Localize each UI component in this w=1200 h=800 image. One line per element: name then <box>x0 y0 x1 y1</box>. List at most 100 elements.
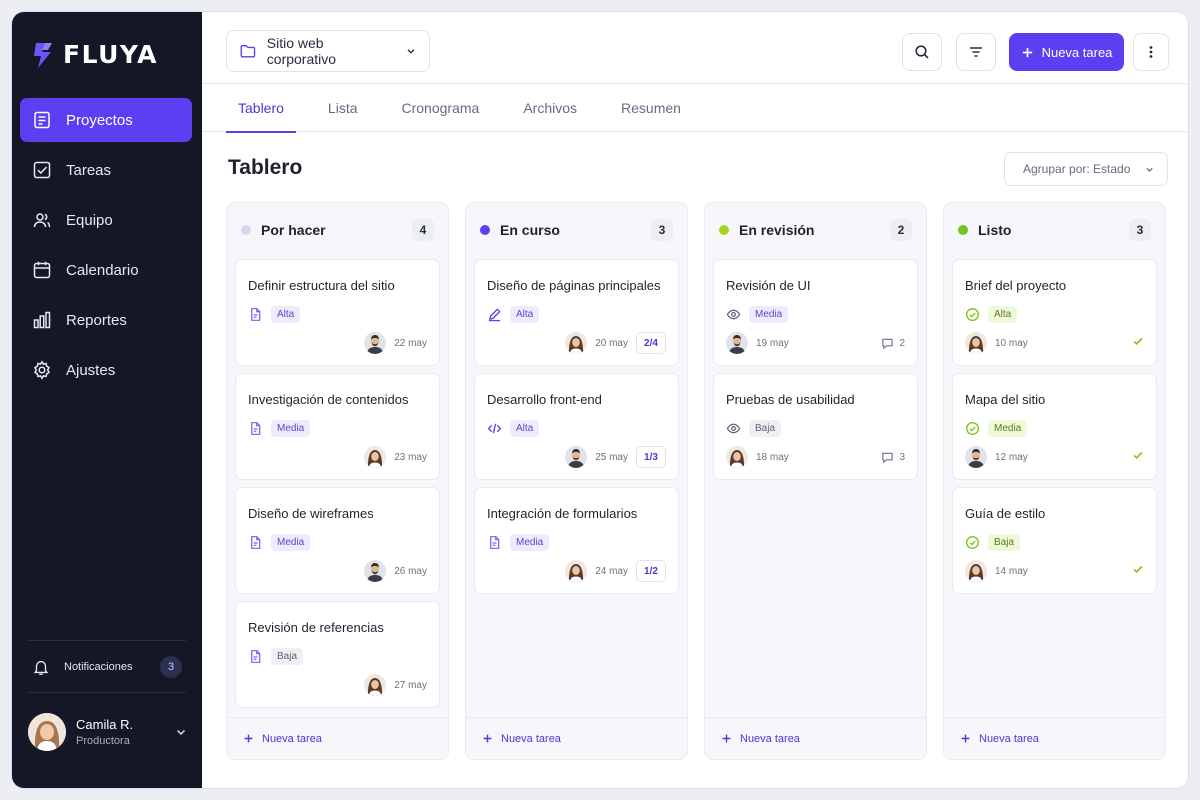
task-card[interactable]: Revisión de referencias Baja 27 may <box>235 601 440 708</box>
task-card[interactable]: Desarrollo front-end Alta 25 may 1/3 <box>474 373 679 480</box>
logo[interactable]: FLUYA <box>32 40 158 69</box>
add-task-button[interactable]: Nueva tarea <box>944 717 1165 759</box>
add-task-button[interactable]: Nueva tarea <box>705 717 926 759</box>
due-date: 12 may <box>995 451 1028 463</box>
task-tag-row: Media <box>248 533 427 551</box>
task-footer: 12 may <box>965 445 1144 469</box>
project-name: Sitio web corporativo <box>266 35 337 67</box>
task-tag-row: Baja <box>248 647 427 665</box>
task-card[interactable]: Investigación de contenidos Media 23 may <box>235 373 440 480</box>
logo-icon <box>34 42 52 68</box>
task-card[interactable]: Definir estructura del sitio Alta 22 may <box>235 259 440 366</box>
sidebar-item-calendario[interactable]: Calendario <box>20 248 192 292</box>
project-select[interactable]: Sitio web corporativo <box>226 30 430 72</box>
search-button[interactable] <box>902 33 942 71</box>
board-column-en-curso: En curso 3 Diseño de páginas principales Al… <box>465 202 688 760</box>
column-title: Listo <box>978 222 1012 238</box>
task-footer: 20 may 2/4 <box>487 331 666 355</box>
bell-icon <box>33 660 49 675</box>
task-card[interactable]: Pruebas de usabilidad Baja 18 may 3 <box>713 373 918 480</box>
eye-icon <box>726 421 741 436</box>
avatar <box>965 560 987 582</box>
task-tag-row: Media <box>487 533 666 551</box>
subtask-progress: 1/3 <box>636 446 666 468</box>
document-icon <box>248 307 263 322</box>
task-title: Guía de estilo <box>965 506 1046 521</box>
chevron-down-icon <box>407 49 415 54</box>
task-card[interactable]: Diseño de wireframes Media 26 may <box>235 487 440 594</box>
comment-icon <box>882 338 894 349</box>
sidebar-divider <box>28 692 186 693</box>
priority-badge: Baja <box>749 419 782 437</box>
sidebar-item-proyectos[interactable]: Proyectos <box>20 98 192 142</box>
sidebar-item-ajustes[interactable]: Ajustes <box>20 348 192 392</box>
task-tag-row: Baja <box>965 533 1144 551</box>
new-task-button[interactable]: Nueva tarea <box>1009 33 1124 71</box>
plus-icon <box>1022 47 1032 57</box>
task-tag-row: Media <box>965 419 1144 437</box>
task-card[interactable]: Brief del proyecto Alta 10 may <box>952 259 1157 366</box>
kanban-board: Por hacer 4 Definir estructura del sitio Al… <box>226 202 1168 760</box>
document-icon <box>248 421 263 436</box>
check-circle-icon <box>965 307 980 322</box>
comment-icon <box>882 452 894 463</box>
priority-badge: Alta <box>988 305 1018 323</box>
task-card[interactable]: Integración de formularios Media 24 may 1/2 <box>474 487 679 594</box>
task-title: Diseño de páginas principales <box>487 278 661 293</box>
tab-cronograma[interactable]: Cronograma <box>390 84 492 132</box>
filter-button[interactable] <box>956 33 996 71</box>
avatar <box>965 446 987 468</box>
task-tag-row: Alta <box>248 305 427 323</box>
tab-tablero[interactable]: Tablero <box>226 84 296 133</box>
user-role: Productora <box>76 735 130 747</box>
sidebar-item-tareas[interactable]: Tareas <box>20 148 192 192</box>
avatar <box>726 332 748 354</box>
task-card[interactable]: Guía de estilo Baja 14 may <box>952 487 1157 594</box>
sidebar-divider <box>28 640 186 641</box>
sidebar-item-equipo[interactable]: Equipo <box>20 198 192 242</box>
avatar <box>565 332 588 354</box>
comments-count[interactable]: 2 <box>881 337 905 350</box>
sidebar-item-reportes[interactable]: Reportes <box>20 298 192 342</box>
column-title: Por hacer <box>261 222 326 238</box>
eye-icon <box>726 307 741 322</box>
check-circle-icon <box>965 535 980 550</box>
card-list: Revisión de UI Media 19 may 2 Pruebas de usa… <box>705 257 926 480</box>
notifications-item[interactable]: Notificaciones 3 <box>32 652 182 682</box>
user-name: Camila R. <box>76 717 134 732</box>
priority-badge: Media <box>271 533 311 551</box>
card-list: Diseño de páginas principales Alta 20 may 2… <box>466 257 687 594</box>
tab-archivos[interactable]: Archivos <box>511 84 589 132</box>
comments-number: 2 <box>899 337 905 349</box>
priority-badge: Media <box>749 305 789 323</box>
avatar <box>28 713 66 751</box>
add-task-button[interactable]: Nueva tarea <box>227 717 448 759</box>
column-count-badge: 3 <box>1129 219 1151 241</box>
task-card[interactable]: Revisión de UI Media 19 may 2 <box>713 259 918 366</box>
task-card[interactable]: Mapa del sitio Media 12 may <box>952 373 1157 480</box>
sidebar-item-label: Tareas <box>66 161 112 179</box>
add-task-button[interactable]: Nueva tarea <box>466 717 687 759</box>
group-by-select[interactable]: Agrupar por: Estado <box>1004 152 1168 186</box>
task-title: Integración de formularios <box>487 506 638 521</box>
card-list: Brief del proyecto Alta 10 may Mapa del sit… <box>944 257 1165 594</box>
task-footer: 24 may 1/2 <box>487 559 666 583</box>
task-card[interactable]: Diseño de páginas principales Alta 20 may 2… <box>474 259 679 366</box>
due-date: 27 may <box>394 679 427 691</box>
chevron-down-icon[interactable] <box>174 725 188 739</box>
user-profile[interactable]: Camila R. Productora <box>28 712 188 752</box>
task-tag-row: Media <box>248 419 427 437</box>
gear-icon <box>34 360 50 380</box>
page-title: Tablero <box>228 156 303 179</box>
tab-lista[interactable]: Lista <box>316 84 370 132</box>
avatar <box>565 560 588 582</box>
tab-resumen[interactable]: Resumen <box>609 84 693 132</box>
task-title: Definir estructura del sitio <box>248 278 395 293</box>
more-options-button[interactable] <box>1133 33 1169 71</box>
sidebar-item-label: Equipo <box>66 211 113 229</box>
due-date: 26 may <box>394 565 427 577</box>
priority-badge: Baja <box>271 647 304 665</box>
comments-count[interactable]: 3 <box>881 451 905 464</box>
column-header: Listo 3 <box>944 203 1165 257</box>
task-footer: 23 may <box>248 445 427 469</box>
